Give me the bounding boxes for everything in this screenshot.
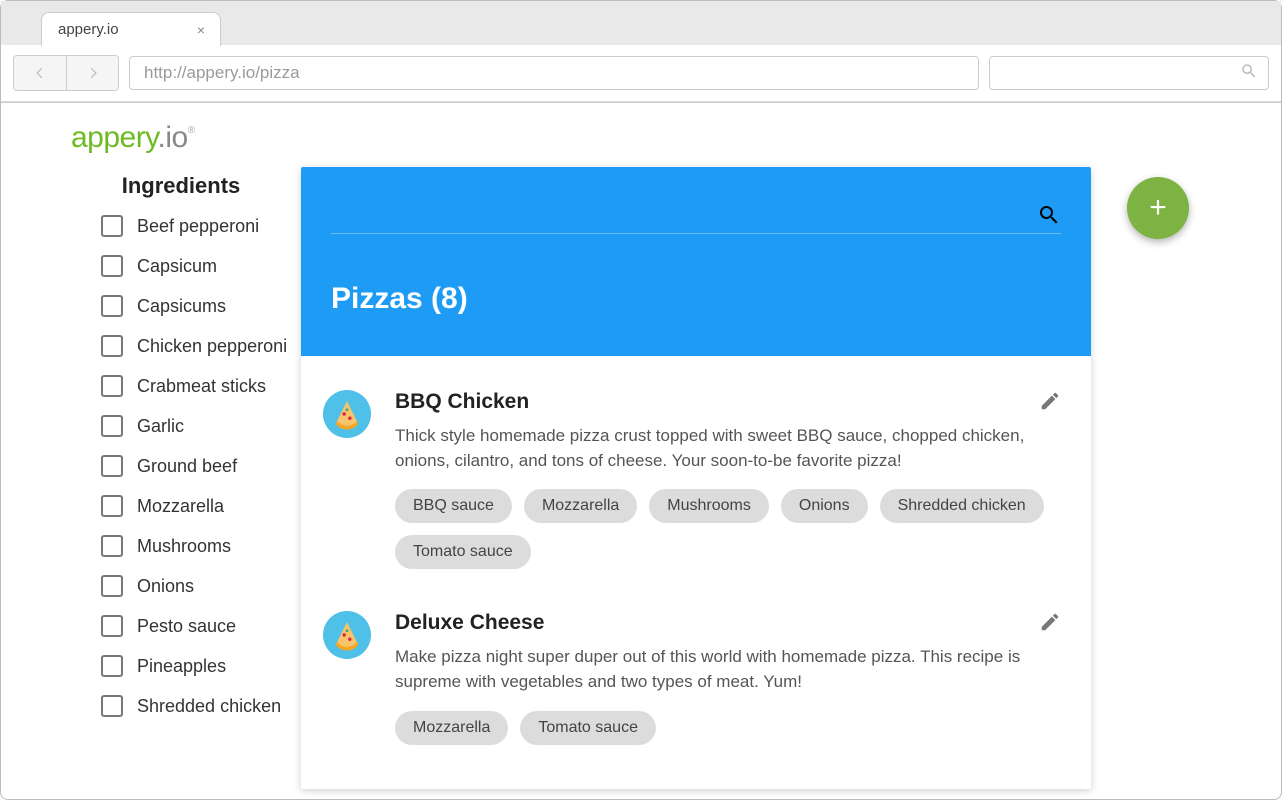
- tag[interactable]: BBQ sauce: [395, 489, 512, 523]
- logo: appery.io®: [37, 117, 301, 167]
- pizza-tags: BBQ sauce Mozzarella Mushrooms Onions Shredd…: [395, 489, 1061, 569]
- ingredient-row[interactable]: Capsicum: [101, 255, 301, 277]
- nav-buttons: [13, 55, 119, 91]
- tag[interactable]: Tomato sauce: [395, 535, 531, 569]
- checkbox[interactable]: [101, 495, 123, 517]
- card-title-count: 8: [441, 282, 458, 315]
- checkbox[interactable]: [101, 535, 123, 557]
- left-column: appery.io® Ingredients Beef pepperoni Cap…: [1, 117, 301, 803]
- ingredient-row[interactable]: Crabmeat sticks: [101, 375, 301, 397]
- pizzas-card: Pizzas (8) BBQ Chicken Thick style homema…: [301, 167, 1091, 789]
- pizza-tags: Mozzarella Tomato sauce: [395, 711, 1061, 745]
- pizza-description: Thick style homemade pizza crust topped …: [395, 424, 1061, 473]
- ingredient-label: Capsicum: [137, 256, 217, 277]
- search-icon: [1240, 62, 1258, 85]
- back-button[interactable]: [14, 56, 66, 90]
- tag[interactable]: Mozzarella: [524, 489, 637, 523]
- checkbox[interactable]: [101, 695, 123, 717]
- ingredient-row[interactable]: Ground beef: [101, 455, 301, 477]
- pizza-description: Make pizza night super duper out of this…: [395, 645, 1061, 694]
- ingredient-row[interactable]: Mozzarella: [101, 495, 301, 517]
- checkbox[interactable]: [101, 295, 123, 317]
- pizza-item: BBQ Chicken Thick style homemade pizza cr…: [301, 374, 1091, 595]
- logo-part2: .io: [158, 121, 188, 154]
- checkbox[interactable]: [101, 255, 123, 277]
- ingredient-row[interactable]: Onions: [101, 575, 301, 597]
- ingredient-row[interactable]: Garlic: [101, 415, 301, 437]
- pizza-list: BBQ Chicken Thick style homemade pizza cr…: [301, 356, 1091, 789]
- checkbox[interactable]: [101, 215, 123, 237]
- sidebar-title: Ingredients: [61, 173, 301, 199]
- logo-part1: appery: [71, 121, 158, 154]
- browser-chrome: appery.io × http://appery.io/pizza: [1, 1, 1281, 103]
- tag[interactable]: Onions: [781, 489, 868, 523]
- pizza-item: Deluxe Cheese Make pizza night super dupe…: [301, 595, 1091, 770]
- header-search-button[interactable]: [1037, 203, 1061, 227]
- card-title-prefix: Pizzas: [331, 282, 423, 315]
- url-bar[interactable]: http://appery.io/pizza: [129, 56, 979, 90]
- tag[interactable]: Tomato sauce: [520, 711, 656, 745]
- pizza-body: Deluxe Cheese Make pizza night super dupe…: [395, 611, 1061, 744]
- checkbox[interactable]: [101, 415, 123, 437]
- pizza-icon: [323, 611, 371, 659]
- ingredient-label: Capsicums: [137, 296, 226, 317]
- ingredient-row[interactable]: Beef pepperoni: [101, 215, 301, 237]
- tab-strip: appery.io ×: [1, 1, 1281, 45]
- browser-toolbar: http://appery.io/pizza: [1, 45, 1281, 102]
- page-content: appery.io® Ingredients Beef pepperoni Cap…: [1, 103, 1281, 803]
- plus-icon: +: [1149, 191, 1167, 225]
- pizza-body: BBQ Chicken Thick style homemade pizza cr…: [395, 390, 1061, 569]
- ingredient-label: Garlic: [137, 416, 184, 437]
- ingredient-label: Shredded chicken: [137, 696, 281, 717]
- logo-reg: ®: [188, 125, 195, 136]
- pizza-name: BBQ Chicken: [395, 390, 1061, 414]
- browser-tab[interactable]: appery.io ×: [41, 12, 221, 46]
- ingredient-list: Beef pepperoni Capsicum Capsicums Chicken p…: [101, 215, 301, 717]
- ingredient-row[interactable]: Chicken pepperoni: [101, 335, 301, 357]
- checkbox[interactable]: [101, 615, 123, 637]
- checkbox[interactable]: [101, 655, 123, 677]
- edit-button[interactable]: [1039, 390, 1063, 414]
- ingredient-label: Pesto sauce: [137, 616, 236, 637]
- ingredient-label: Ground beef: [137, 456, 237, 477]
- tab-title: appery.io: [58, 21, 184, 38]
- ingredient-row[interactable]: Capsicums: [101, 295, 301, 317]
- ingredient-row[interactable]: Pineapples: [101, 655, 301, 677]
- ingredient-label: Chicken pepperoni: [137, 336, 287, 357]
- forward-button[interactable]: [66, 56, 118, 90]
- ingredient-label: Onions: [137, 576, 194, 597]
- card-header: Pizzas (8): [301, 167, 1091, 356]
- browser-search-box[interactable]: [989, 56, 1269, 90]
- ingredient-label: Mushrooms: [137, 536, 231, 557]
- checkbox[interactable]: [101, 375, 123, 397]
- tag[interactable]: Mozzarella: [395, 711, 508, 745]
- ingredient-row[interactable]: Shredded chicken: [101, 695, 301, 717]
- ingredient-label: Beef pepperoni: [137, 216, 259, 237]
- tag[interactable]: Shredded chicken: [880, 489, 1044, 523]
- tag[interactable]: Mushrooms: [649, 489, 769, 523]
- pizza-icon: [323, 390, 371, 438]
- main-column: Pizzas (8) BBQ Chicken Thick style homema…: [301, 117, 1281, 803]
- close-icon[interactable]: ×: [192, 21, 210, 39]
- ingredient-label: Crabmeat sticks: [137, 376, 266, 397]
- checkbox[interactable]: [101, 455, 123, 477]
- ingredient-label: Mozzarella: [137, 496, 224, 517]
- checkbox[interactable]: [101, 575, 123, 597]
- url-text: http://appery.io/pizza: [144, 63, 300, 83]
- pizza-name: Deluxe Cheese: [395, 611, 1061, 635]
- add-button[interactable]: +: [1127, 177, 1189, 239]
- card-title: Pizzas (8): [331, 282, 1061, 316]
- ingredient-row[interactable]: Pesto sauce: [101, 615, 301, 637]
- edit-button[interactable]: [1039, 611, 1063, 635]
- ingredient-label: Pineapples: [137, 656, 226, 677]
- checkbox[interactable]: [101, 335, 123, 357]
- ingredient-row[interactable]: Mushrooms: [101, 535, 301, 557]
